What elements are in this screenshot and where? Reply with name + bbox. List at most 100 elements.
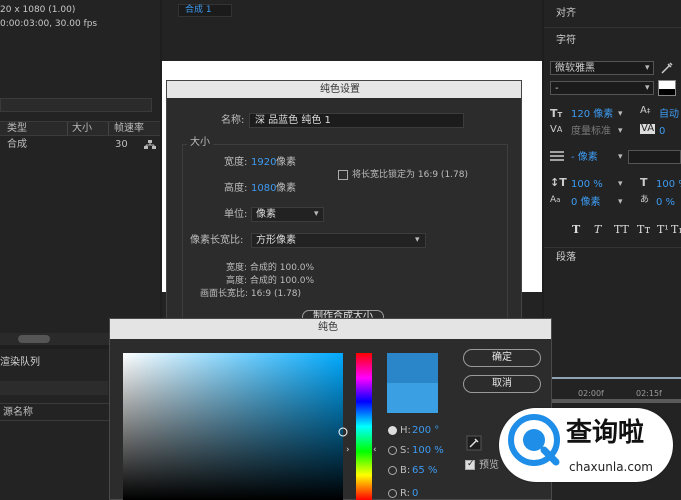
- tsume-icon: あ: [640, 195, 650, 205]
- h-radio[interactable]: [388, 426, 397, 435]
- chevron-down-icon: ▾: [618, 179, 623, 189]
- height-value[interactable]: 1080: [251, 184, 276, 194]
- watermark-brand: 查询啦: [566, 418, 645, 448]
- height-label: 高度:: [224, 183, 248, 194]
- b-value[interactable]: 65 %: [412, 466, 437, 476]
- row-fps: 30: [115, 139, 128, 150]
- chevron-down-icon: ▾: [645, 83, 650, 93]
- vertical-scale-icon: ↕T: [550, 176, 567, 189]
- font-size-icon: TT: [550, 107, 563, 120]
- font-family-select[interactable]: 微软雅黑 ▾: [550, 61, 654, 75]
- source-name-header[interactable]: 源名称: [3, 408, 33, 418]
- cancel-button[interactable]: 取消: [463, 375, 541, 393]
- h-value[interactable]: 200 °: [412, 426, 439, 436]
- col-size[interactable]: 大小: [72, 124, 92, 134]
- chevron-down-icon: ▾: [645, 63, 650, 73]
- check-icon: ✓: [467, 459, 475, 469]
- par-select[interactable]: 方形像素 ▾: [251, 233, 426, 248]
- r-label: R:: [400, 488, 411, 499]
- units-select[interactable]: 像素 ▾: [251, 207, 324, 222]
- lock-aspect-label: 将长宽比锁定为 16:9 (1.78): [352, 170, 468, 180]
- hue-arrow-left-icon[interactable]: ›: [346, 446, 350, 455]
- project-search-input[interactable]: [0, 98, 152, 112]
- size-group-label: 大小: [187, 138, 213, 148]
- hue-slider[interactable]: [356, 353, 372, 500]
- name-input[interactable]: 深 品蓝色 纯色 1: [249, 113, 464, 128]
- chevron-down-icon: ▾: [618, 197, 623, 207]
- info-height: 高度: 合成的 100.0%: [226, 276, 315, 286]
- chevron-down-icon: ▾: [314, 209, 319, 219]
- solid-color-title: 纯色: [318, 322, 338, 333]
- tsume-value[interactable]: 0 %: [656, 198, 675, 208]
- height-unit: 像素: [276, 183, 296, 194]
- all-caps-button[interactable]: TT: [614, 224, 629, 235]
- subscript-button[interactable]: T₁: [671, 224, 681, 235]
- watermark-url: chaxunla.com: [569, 460, 653, 474]
- eyedropper-icon[interactable]: [660, 61, 674, 75]
- timeline-mark: 02:15f: [636, 389, 662, 398]
- s-radio[interactable]: [388, 446, 397, 455]
- baseline-shift-icon: Aa: [550, 195, 561, 205]
- leading-value[interactable]: 自动: [659, 110, 679, 120]
- row-type: 合成: [7, 139, 27, 150]
- comp-info-1: 20 x 1080 (1.00): [0, 5, 76, 15]
- align-label[interactable]: 对齐: [556, 9, 576, 19]
- color-swatch[interactable]: [658, 80, 676, 96]
- work-area-bar[interactable]: [552, 399, 681, 403]
- vertical-scale-value[interactable]: 100 %: [571, 180, 603, 190]
- faux-bold-button[interactable]: T: [572, 224, 580, 235]
- font-size-value[interactable]: 120 像素: [571, 110, 613, 120]
- timeline-mark: 02:00f: [578, 389, 604, 398]
- original-color-swatch[interactable]: [387, 383, 438, 413]
- superscript-button[interactable]: T¹: [657, 224, 669, 235]
- lock-aspect-checkbox[interactable]: [338, 170, 348, 180]
- chevron-down-icon: ▾: [618, 109, 623, 119]
- small-caps-button[interactable]: Tт: [637, 224, 650, 235]
- kerning-icon: VA: [640, 123, 656, 134]
- faux-italic-button[interactable]: T: [594, 224, 601, 235]
- col-fps[interactable]: 帧速率: [114, 124, 144, 134]
- comp-tab[interactable]: 合成 1: [178, 4, 232, 17]
- r-radio[interactable]: [388, 489, 397, 498]
- font-style-select[interactable]: - ▾: [550, 81, 654, 95]
- color-picker-cursor[interactable]: [338, 427, 348, 437]
- width-unit: 像素: [276, 157, 296, 168]
- comp-info-2: 0:00:03:00, 30.00 fps: [0, 19, 98, 29]
- preview-label: 预览: [479, 460, 499, 471]
- info-width: 宽度: 合成的 100.0%: [226, 263, 315, 273]
- paragraph-label[interactable]: 段落: [556, 253, 576, 263]
- chevron-down-icon: ▾: [618, 126, 623, 136]
- horizontal-scale-value[interactable]: 100 %: [656, 180, 681, 190]
- leading-icon: A‡: [640, 105, 651, 116]
- stroke-width-value[interactable]: - 像素: [571, 153, 598, 163]
- flowchart-icon[interactable]: [144, 140, 156, 150]
- s-value[interactable]: 100 %: [412, 446, 444, 456]
- character-label[interactable]: 字符: [556, 36, 576, 46]
- project-panel: [0, 0, 160, 345]
- tracking-hint[interactable]: 度量标准: [571, 127, 611, 137]
- kerning-value[interactable]: 0: [659, 127, 665, 137]
- b-label: B:: [400, 465, 411, 476]
- solid-settings-title: 纯色设置: [320, 84, 360, 95]
- preview-checkbox[interactable]: ✓: [465, 460, 475, 470]
- ok-button[interactable]: 确定: [463, 349, 541, 367]
- baseline-shift-value[interactable]: 0 像素: [571, 198, 601, 208]
- info-frame-aspect: 画面长宽比: 16:9 (1.78): [200, 289, 302, 299]
- units-label: 单位:: [224, 209, 248, 220]
- h-label: H:: [400, 425, 411, 436]
- width-value[interactable]: 1920: [251, 158, 276, 168]
- hue-arrow-right-icon[interactable]: ‹: [373, 446, 377, 455]
- saturation-brightness-field[interactable]: [123, 353, 343, 500]
- b-radio[interactable]: [388, 466, 397, 475]
- col-type[interactable]: 类型: [7, 124, 27, 134]
- chevron-down-icon: ▾: [618, 152, 623, 162]
- par-label: 像素长宽比:: [190, 235, 244, 246]
- watermark-logo-icon: [508, 414, 560, 466]
- s-label: S:: [400, 445, 410, 456]
- chevron-down-icon: ▾: [415, 235, 420, 245]
- eyedropper-icon[interactable]: [466, 435, 482, 451]
- stroke-style-select[interactable]: [628, 150, 681, 164]
- name-label: 名称:: [221, 115, 245, 126]
- r-value[interactable]: 0: [412, 489, 418, 499]
- render-queue-title[interactable]: 渲染队列: [0, 358, 40, 368]
